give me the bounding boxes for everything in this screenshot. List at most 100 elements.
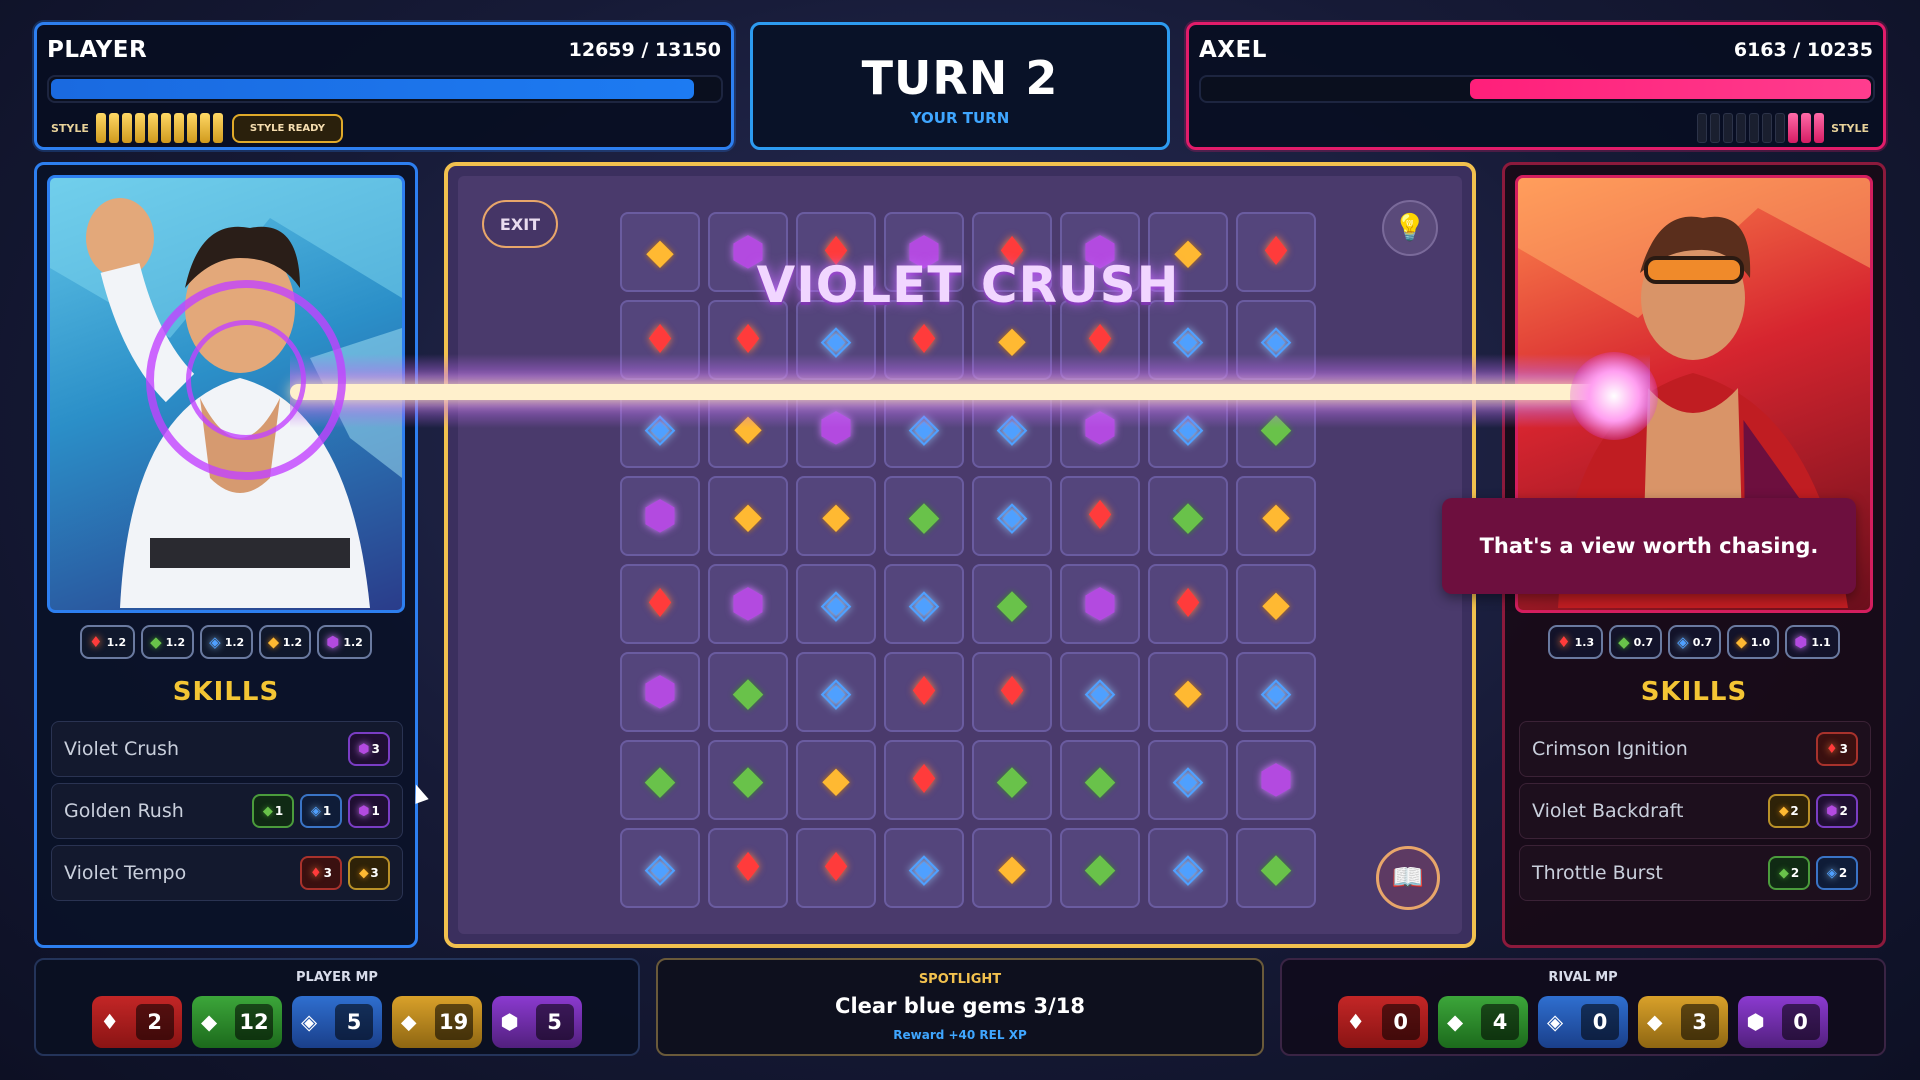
gem-cell[interactable]: ⬢	[620, 652, 700, 732]
gold-gem-icon: ⬥	[268, 633, 279, 651]
cost-blue: ◈ 1	[300, 794, 342, 828]
gem-cell[interactable]: ♦	[884, 652, 964, 732]
cost-violet: ⬢ 2	[1816, 794, 1858, 828]
rival-style-meter: STYLE	[1697, 111, 1873, 145]
gem-cell[interactable]: ◆	[972, 740, 1052, 820]
gem-cell[interactable]: ♦	[1148, 564, 1228, 644]
gem-cell[interactable]: ♦	[884, 740, 964, 820]
combo-banner: VIOLET CRUSH	[756, 256, 1180, 314]
turn-subtitle: YOUR TURN	[910, 109, 1010, 127]
gem-cell[interactable]: ◆	[1148, 476, 1228, 556]
spotlight-header: SPOTLIGHT	[918, 972, 1002, 987]
violet-gem-icon: ⬢	[1258, 757, 1294, 803]
violet-gem-icon: ⬢	[1826, 803, 1838, 819]
cost-value: 3	[370, 866, 379, 880]
mp-violet: ⬢ 5	[492, 996, 582, 1048]
gem-cell[interactable]: ⬥	[796, 476, 876, 556]
green-gem-icon: ◆	[1084, 845, 1116, 891]
rival-status-panel: AXEL 6163 / 10235 STYLE	[1186, 22, 1886, 150]
gem-cell[interactable]: ⬢	[1236, 740, 1316, 820]
skill-costs: ♦ 3	[1816, 732, 1858, 766]
gem-cell[interactable]: ♦	[1060, 476, 1140, 556]
multiplier-violet: ⬢ 1.1	[1785, 625, 1840, 659]
gem-cell[interactable]: ⬥	[1148, 652, 1228, 732]
gem-cell[interactable]: ◈	[972, 476, 1052, 556]
gem-cell[interactable]: ♦	[796, 828, 876, 908]
skill-golden-rush[interactable]: Golden Rush ◆ 1 ◈ 1 ⬢ 1	[51, 783, 403, 839]
gem-cell[interactable]: ◈	[796, 652, 876, 732]
lightbulb-icon[interactable]: 💡	[1382, 200, 1438, 256]
mp-value: 5	[335, 1004, 374, 1040]
turn-indicator: TURN 2 YOUR TURN	[750, 22, 1170, 150]
gem-cell[interactable]: ◈	[620, 828, 700, 908]
red-gem-icon: ♦	[1557, 633, 1571, 651]
gem-cell[interactable]: ⬢	[620, 476, 700, 556]
red-gem-icon: ♦	[1170, 581, 1206, 627]
gem-cell[interactable]: ◆	[884, 476, 964, 556]
gem-cell[interactable]: ⬢	[1060, 564, 1140, 644]
cost-violet: ⬢ 1	[348, 794, 390, 828]
skill-violet-tempo[interactable]: Violet Tempo ♦ 3 ⬥ 3	[51, 845, 403, 901]
mp-violet: ⬢ 0	[1738, 996, 1828, 1048]
skill-violet-crush[interactable]: Violet Crush ⬢ 3	[51, 721, 403, 777]
gem-cell[interactable]: ◆	[708, 652, 788, 732]
gem-cell[interactable]: ◈	[884, 564, 964, 644]
gem-cell[interactable]: ◈	[1236, 652, 1316, 732]
gem-cell[interactable]: ◈	[1148, 828, 1228, 908]
skill-violet-backdraft[interactable]: Violet Backdraft ⬥ 2 ⬢ 2	[1519, 783, 1871, 839]
cost-green: ◆ 2	[1768, 856, 1810, 890]
mp-value: 12	[235, 1004, 274, 1040]
violet-gem-icon: ⬢	[358, 803, 370, 819]
red-gem-icon: ♦	[994, 669, 1030, 715]
gem-cell[interactable]: ◈	[796, 564, 876, 644]
skill-crimson-ignition[interactable]: Crimson Ignition ♦ 3	[1519, 721, 1871, 777]
green-gem-icon: ◆	[262, 803, 273, 819]
style-segment	[1814, 113, 1825, 143]
red-gem-icon: ♦	[89, 633, 103, 651]
red-gem-icon: ♦	[730, 845, 766, 891]
gem-cell[interactable]: ⬥	[708, 476, 788, 556]
gem-cell[interactable]: ◆	[1060, 740, 1140, 820]
cost-value: 2	[1790, 866, 1800, 880]
gem-cell[interactable]: ⬢	[708, 564, 788, 644]
red-gem-icon: ♦	[818, 845, 854, 891]
gem-cell[interactable]: ◈	[1148, 740, 1228, 820]
gem-cell[interactable]: ♦	[620, 564, 700, 644]
gem-cell[interactable]: ◆	[1236, 828, 1316, 908]
gem-cell[interactable]: ⬥	[1236, 476, 1316, 556]
gem-cell[interactable]: ♦	[708, 828, 788, 908]
gem-cell[interactable]: ⬥	[1236, 564, 1316, 644]
attack-beam-core	[290, 384, 1620, 400]
exit-button[interactable]: EXIT	[482, 200, 558, 248]
gem-cell[interactable]: ⬥	[620, 212, 700, 292]
gold-gem-icon: ⬥	[1262, 581, 1290, 627]
gem-cell[interactable]: ◈	[1060, 652, 1140, 732]
red-gem-icon: ♦	[100, 1010, 120, 1034]
gem-cell[interactable]: ⬥	[972, 828, 1052, 908]
gold-gem-icon: ⬥	[734, 493, 762, 539]
blue-gem-icon: ◈	[310, 803, 321, 819]
skill-throttle-burst[interactable]: Throttle Burst ◆ 2 ◈ 2	[1519, 845, 1871, 901]
player-style-meter: STYLE STYLE READY	[47, 111, 343, 145]
gem-cell[interactable]: ♦	[972, 652, 1052, 732]
cost-value: 3	[323, 866, 332, 880]
gem-cell[interactable]: ◆	[1060, 828, 1140, 908]
gem-cell[interactable]: ♦	[1236, 212, 1316, 292]
violet-gem-icon: ⬢	[642, 493, 678, 539]
turn-title: TURN 2	[861, 51, 1059, 105]
gem-cell[interactable]: ◆	[620, 740, 700, 820]
style-segment	[1801, 113, 1812, 143]
rival-style-label: STYLE	[1831, 121, 1869, 135]
cost-value: 1	[274, 804, 284, 818]
spellbook-icon[interactable]: 📖	[1376, 846, 1440, 910]
green-gem-icon: ◆	[1778, 865, 1789, 881]
gem-cell[interactable]: ◈	[884, 828, 964, 908]
multiplier-value: 1.2	[165, 635, 186, 649]
mp-value: 0	[1581, 1004, 1620, 1040]
cost-violet: ⬢ 3	[348, 732, 390, 766]
gem-cell[interactable]: ◆	[972, 564, 1052, 644]
gem-cell[interactable]: ◆	[708, 740, 788, 820]
style-segment	[212, 113, 223, 143]
gem-cell[interactable]: ⬥	[796, 740, 876, 820]
style-segment	[1697, 113, 1708, 143]
